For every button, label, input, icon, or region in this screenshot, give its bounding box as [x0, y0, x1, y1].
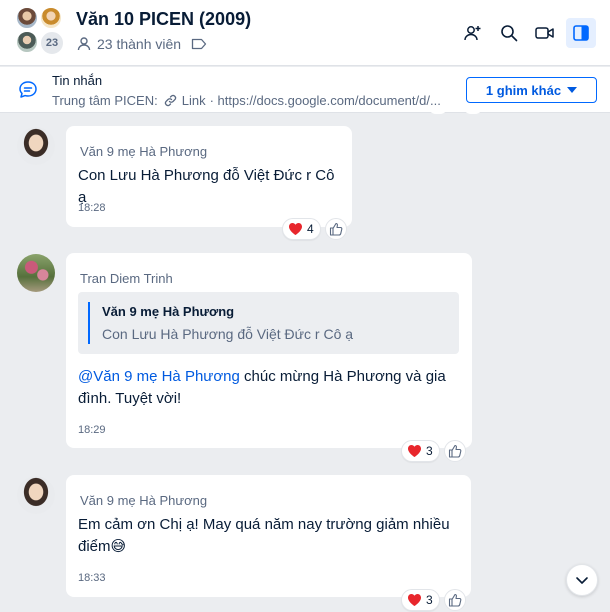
like-button[interactable] [443, 440, 466, 462]
quoted-message[interactable]: Văn 9 mẹ Hà Phương Con Lưu Hà Phương đỗ … [78, 292, 459, 354]
chat-bubble-icon [19, 81, 37, 98]
heart-icon [408, 594, 421, 606]
members-info[interactable]: 23 thành viên [76, 36, 212, 52]
reaction-count: 4 [307, 222, 314, 236]
quote-bar [88, 302, 90, 344]
more-pinned-label: 1 ghim khác [485, 82, 562, 98]
message-bubble[interactable]: Văn 9 mẹ Hà Phương Con Lưu Hà Phương đỗ … [66, 126, 352, 227]
pinned-link-url: · https://docs.google.com/document/d/... [209, 93, 441, 108]
heart-reaction[interactable]: 3 [401, 589, 440, 611]
video-call-icon [535, 27, 554, 39]
message-reactions: 3 [401, 589, 466, 611]
message-reactions: 3 [401, 440, 466, 462]
thumbs-up-icon [448, 444, 462, 458]
like-button[interactable] [324, 218, 347, 240]
like-button[interactable] [443, 589, 466, 611]
search-button[interactable] [494, 18, 524, 48]
message-bubble[interactable]: Tran Diem Trinh Văn 9 mẹ Hà Phương Con L… [66, 253, 472, 448]
pinned-link-label: Link [181, 93, 206, 108]
message-text: Em cảm ơn Chị ạ! May quá năm nay trường … [78, 516, 450, 555]
heart-icon [289, 223, 302, 235]
thumbs-up-icon [329, 222, 343, 236]
sender-avatar[interactable] [17, 254, 55, 292]
sidebar-toggle-icon [573, 25, 589, 41]
pinned-preview[interactable]: Trung tâm PICEN: Link · https://docs.goo… [52, 93, 447, 108]
pinned-sender: Trung tâm PICEN: [52, 93, 158, 108]
message-bubble[interactable]: Văn 9 mẹ Hà Phương Em cảm ơn Chị ạ! May … [66, 475, 471, 597]
member-avatar [40, 7, 62, 29]
sender-name: Tran Diem Trinh [80, 271, 173, 286]
add-member-button[interactable] [458, 18, 488, 48]
add-member-icon [464, 26, 481, 41]
caret-down-icon [567, 87, 578, 93]
quote-text: Con Lưu Hà Phương đỗ Việt Đức r Cô ạ [102, 326, 354, 342]
sender-name: Văn 9 mẹ Hà Phương [80, 493, 208, 508]
more-pinned-button[interactable]: 1 ghim khác [466, 77, 597, 103]
member-avatar [16, 31, 38, 53]
member-avatar [16, 7, 38, 29]
pinned-title: Tin nhắn [52, 73, 103, 88]
quote-author: Văn 9 mẹ Hà Phương [102, 304, 235, 319]
reaction-count: 3 [426, 444, 433, 458]
message-text: Con Lưu Hà Phương đỗ Việt Đức r Cô ạ [78, 167, 335, 206]
chevron-down-icon [576, 577, 588, 584]
members-label: 23 thành viên [97, 36, 182, 52]
message-time: 18:28 [78, 202, 106, 214]
video-call-button[interactable] [530, 18, 560, 48]
heart-reaction[interactable]: 3 [401, 440, 440, 462]
message-text: @Văn 9 mẹ Hà Phương chúc mừng Hà Phương … [78, 366, 450, 410]
sender-name: Văn 9 mẹ Hà Phương [80, 144, 208, 159]
thumbs-up-icon [448, 593, 462, 607]
link-icon [164, 94, 176, 107]
heart-reaction[interactable]: 4 [282, 218, 321, 240]
sidebar-toggle-button[interactable] [566, 18, 596, 48]
group-title[interactable]: Văn 10 PICEN (2009) [76, 9, 251, 30]
reaction-count: 3 [426, 593, 433, 607]
member-count-badge: 23 [40, 31, 64, 55]
tag-icon[interactable] [191, 38, 212, 50]
message-reactions: 4 [282, 218, 347, 240]
heart-icon [408, 445, 421, 457]
message-time: 18:29 [78, 424, 106, 436]
mention-link[interactable]: @Văn 9 mẹ Hà Phương [78, 368, 240, 385]
group-avatar[interactable]: 23 [16, 7, 64, 55]
sender-avatar[interactable] [17, 127, 55, 165]
sender-avatar[interactable] [17, 476, 55, 514]
user-icon [77, 37, 91, 51]
chat-header: 23 Văn 10 PICEN (2009) 23 thành viên [0, 0, 610, 66]
message-time: 18:33 [78, 572, 106, 584]
search-icon [501, 25, 518, 42]
scroll-to-bottom-button[interactable] [566, 564, 598, 596]
pinned-message-bar[interactable]: Tin nhắn Trung tâm PICEN: Link · https:/… [0, 67, 610, 113]
